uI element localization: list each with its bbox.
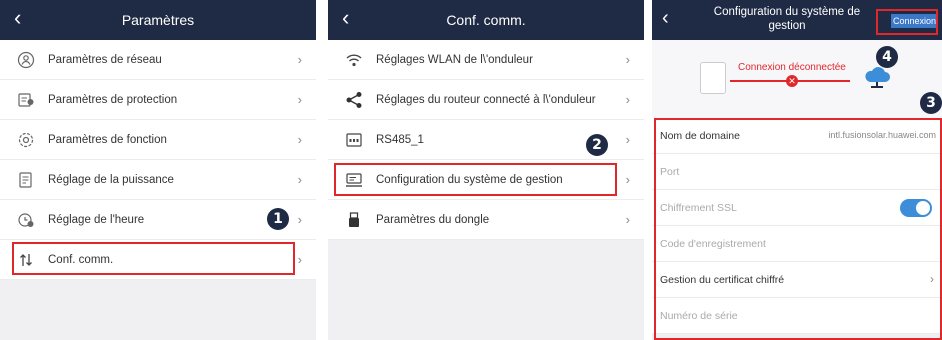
wifi-icon [342,48,366,72]
power-doc-icon [14,168,38,192]
list-item-power[interactable]: Réglage de la puissance › [0,160,316,200]
rs485-icon [342,128,366,152]
list-item-label: Paramètres de fonction [48,133,167,146]
chevron-right-icon: › [625,172,630,187]
step-badge-4: 4 [876,46,898,68]
list-item-router[interactable]: Réglages du routeur connecté à l\'ondule… [328,80,644,120]
step-badge-2: 2 [586,134,608,156]
chevron-right-icon: › [625,212,630,227]
cloud-icon [865,67,890,88]
disconnected-icon: ✕ [786,75,798,87]
page-title: Conf. comm. [446,12,526,28]
list-item-label: Réglages WLAN de l\'onduleur [376,53,533,66]
list-item-label: Paramètres de protection [48,93,178,106]
list-item-label: Paramètres de réseau [48,53,162,66]
list-item-label: Réglages du routeur connecté à l\'ondule… [376,93,596,106]
header-bar: ‹ Conf. comm. [328,0,644,40]
page-title: Configuration du système de gestion [713,6,861,32]
inverter-icon [700,62,726,94]
function-gear-icon [14,128,38,152]
list-item-network[interactable]: Paramètres de réseau › [0,40,316,80]
highlight-box-form [654,118,942,340]
list-item-dongle[interactable]: Paramètres du dongle › [328,200,644,240]
protection-icon [14,88,38,112]
chevron-right-icon: › [297,172,302,187]
list-item-label: RS485_1 [376,133,424,146]
back-arrow-icon[interactable]: ‹ [662,8,669,28]
step-badge-1: 1 [267,208,289,230]
share-icon [342,88,366,112]
clock-icon [14,208,38,232]
chevron-right-icon: › [297,252,302,267]
list-item-label: Paramètres du dongle [376,213,490,226]
header-bar: ‹ Paramètres [0,0,316,40]
back-arrow-icon[interactable]: ‹ [14,7,21,29]
management-config-panel: ‹ Configuration du système de gestion Co… [652,0,942,340]
chevron-right-icon: › [625,132,630,147]
network-icon [14,48,38,72]
dongle-icon [342,208,366,232]
conf-comm-panel: ‹ Conf. comm. Réglages WLAN de l\'ondule… [328,0,644,340]
list-item-protection[interactable]: Paramètres de protection › [0,80,316,120]
list-item-label: Réglage de l'heure [48,213,145,226]
connection-status: Connexion déconnectée [738,62,846,73]
parametres-panel: ‹ Paramètres Paramètres de réseau › Para… [0,0,316,340]
step-badge-3: 3 [920,92,942,114]
back-arrow-icon[interactable]: ‹ [342,7,349,29]
chevron-right-icon: › [297,212,302,227]
chevron-right-icon: › [297,132,302,147]
chevron-right-icon: › [625,52,630,67]
chevron-right-icon: › [297,52,302,67]
connection-diagram: ✕ Connexion déconnectée [652,40,942,118]
list-item-wlan[interactable]: Réglages WLAN de l\'onduleur › [328,40,644,80]
highlight-box-management [334,163,617,196]
chevron-right-icon: › [625,92,630,107]
list-item-function[interactable]: Paramètres de fonction › [0,120,316,160]
highlight-box-connect [876,9,938,35]
chevron-right-icon: › [297,92,302,107]
highlight-box-comm [12,242,295,275]
list-item-label: Réglage de la puissance [48,173,174,186]
page-title: Paramètres [121,12,195,28]
